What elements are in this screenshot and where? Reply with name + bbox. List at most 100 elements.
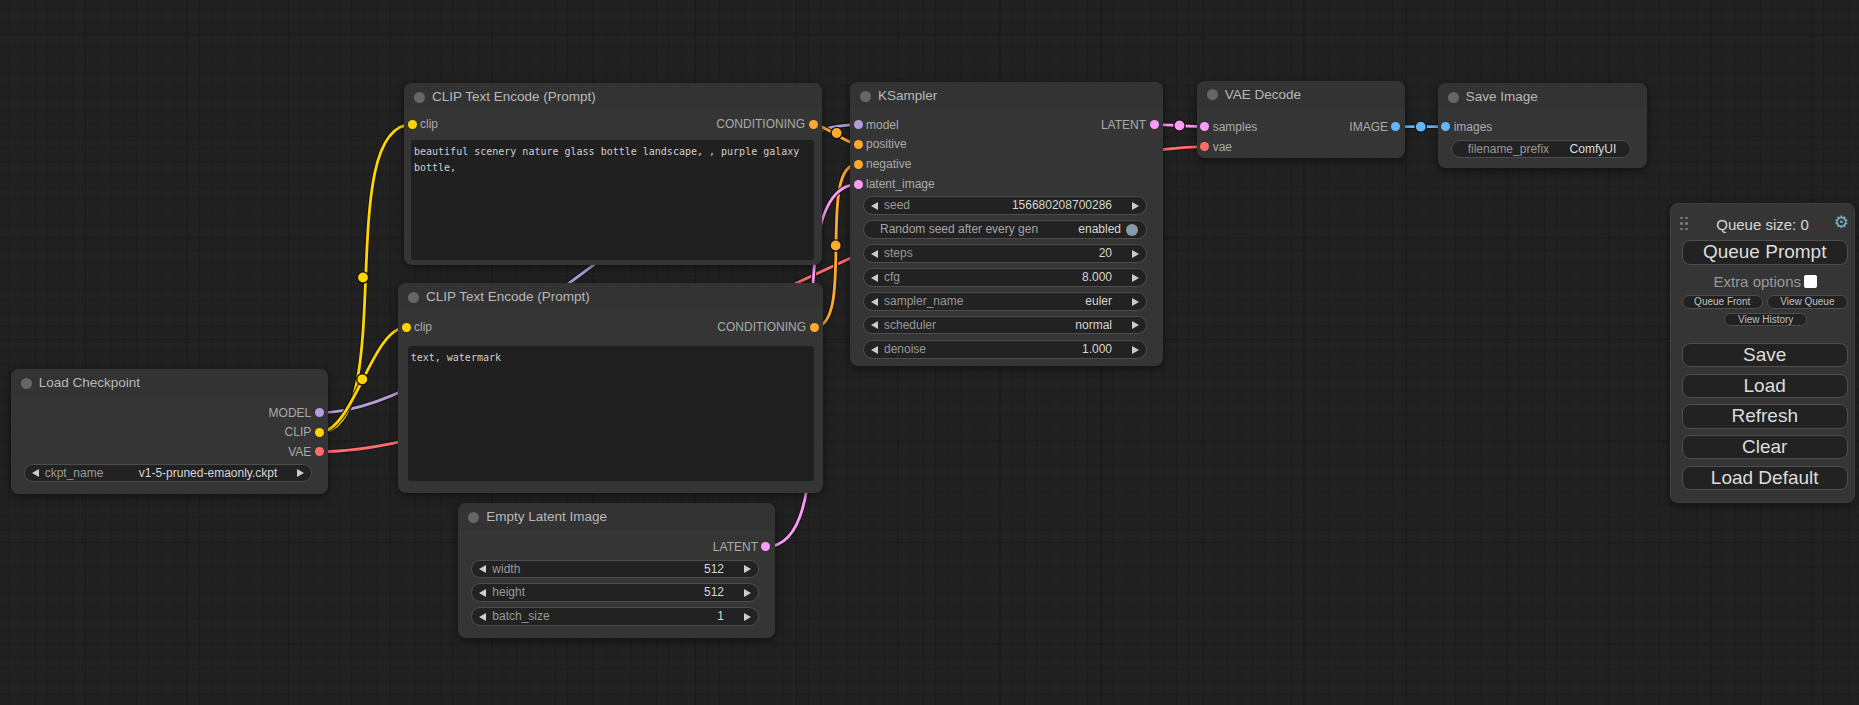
output-slot-IMAGE[interactable] [1391,122,1400,131]
widget-seed[interactable]: seed156680208700286 [863,196,1147,215]
prompt-textarea[interactable]: beautiful scenery nature glass bottle la… [411,140,814,260]
increment-arrow-icon[interactable] [297,469,304,477]
view-history-button[interactable]: View History [1724,313,1807,327]
increment-arrow-icon[interactable] [1132,321,1139,329]
save-button[interactable]: Save [1682,343,1848,367]
input-slot-clip[interactable] [408,120,417,129]
node-titlebar[interactable]: Save Image [1438,83,1648,110]
extra-options-checkbox[interactable] [1804,275,1817,288]
decrement-arrow-icon[interactable] [479,589,486,597]
collapse-dot-icon[interactable] [414,92,425,103]
node-titlebar[interactable]: Empty Latent Image [458,503,775,530]
clear-button[interactable]: Clear [1682,435,1848,459]
decrement-arrow-icon[interactable] [479,613,486,621]
decrement-arrow-icon[interactable] [871,298,878,306]
decrement-arrow-icon[interactable] [871,321,878,329]
input-slot-images[interactable] [1441,122,1450,131]
widget-filename-prefix[interactable]: filename_prefixComfyUI [1451,140,1632,159]
clip-link-positive-center-dot [357,272,368,283]
collapse-dot-icon[interactable] [408,292,419,303]
node-ksampler[interactable]: KSamplermodelpositivenegativelatent_imag… [850,82,1163,366]
view-queue-button[interactable]: View Queue [1767,295,1848,309]
node-titlebar[interactable]: KSampler [850,82,1163,109]
widget-cfg[interactable]: cfg8.000 [863,268,1147,287]
output-slot-MODEL[interactable] [315,408,324,417]
output-slot-LATENT[interactable] [761,542,770,551]
output-label: VAE [288,445,311,459]
node-title: Empty Latent Image [486,503,607,530]
increment-arrow-icon[interactable] [744,565,751,573]
input-slot-positive[interactable] [854,140,863,149]
widget-width[interactable]: width512 [471,560,759,579]
collapse-dot-icon[interactable] [21,378,32,389]
decrement-arrow-icon[interactable] [479,565,486,573]
load-button[interactable]: Load [1682,374,1848,398]
load-default-button[interactable]: Load Default [1682,466,1848,490]
queue-size-label: Queue size: 0 [1671,216,1854,233]
output-slot-CONDITIONING[interactable] [810,323,819,332]
node-titlebar[interactable]: Load Checkpoint [11,369,329,396]
output-slot-VAE[interactable] [315,447,324,456]
increment-arrow-icon[interactable] [744,613,751,621]
widget-ckpt-name[interactable]: ckpt_namev1-5-pruned-emaonly.ckpt [24,464,313,483]
node-clip-text-encode-positive[interactable]: CLIP Text Encode (Prompt) clip CONDITIONIN… [404,83,822,265]
node-titlebar[interactable]: VAE Decode [1197,81,1405,108]
widget-value: 1 [717,608,724,625]
queue-front-button[interactable]: Queue Front [1682,295,1763,309]
increment-arrow-icon[interactable] [1132,202,1139,210]
output-label: CONDITIONING [716,117,805,131]
collapse-dot-icon[interactable] [1207,89,1218,100]
increment-arrow-icon[interactable] [1132,274,1139,282]
widget-steps[interactable]: steps20 [863,244,1147,263]
queue-prompt-button[interactable]: Queue Prompt [1682,240,1848,264]
widget-denoise[interactable]: denoise1.000 [863,340,1147,359]
increment-arrow-icon[interactable] [1132,298,1139,306]
prompt-textarea[interactable]: text, watermark [408,346,814,481]
output-label: IMAGE [1349,120,1388,134]
widget-value: 20 [1099,245,1112,262]
decrement-arrow-icon[interactable] [32,469,39,477]
increment-arrow-icon[interactable] [1132,346,1139,354]
node-vae-decode[interactable]: VAE DecodesamplesvaeIMAGE [1197,81,1405,158]
widget-height[interactable]: height512 [471,583,759,602]
decrement-arrow-icon[interactable] [871,274,878,282]
input-slot-model[interactable] [854,120,863,129]
increment-arrow-icon[interactable] [1132,250,1139,258]
node-empty-latent-image[interactable]: Empty Latent ImageLATENTwidth512height51… [458,503,775,638]
widget-scheduler[interactable]: schedulernormal [863,316,1147,335]
output-slot-CONDITIONING[interactable] [809,120,818,129]
extra-options-label: Extra options [1713,273,1801,290]
input-slot-vae[interactable] [1200,142,1209,151]
toggle-on-icon[interactable] [1126,224,1138,236]
collapse-dot-icon[interactable] [860,91,871,102]
refresh-button[interactable]: Refresh [1682,404,1848,428]
widget-value: 1.000 [1082,341,1112,358]
input-slot-samples[interactable] [1200,122,1209,131]
input-slot-latent_image[interactable] [854,180,863,189]
extra-options-row: Extra options [1671,273,1801,289]
settings-gear-icon[interactable]: ⚙ [1834,212,1849,232]
comfyui-canvas[interactable]: { "nodes": [ { "name": "load-checkpoint"… [0,0,1859,705]
input-label: clip [420,117,438,131]
input-slot-negative[interactable] [854,160,863,169]
increment-arrow-icon[interactable] [744,589,751,597]
output-slot-LATENT[interactable] [1150,120,1159,129]
collapse-dot-icon[interactable] [468,512,479,523]
decrement-arrow-icon[interactable] [871,202,878,210]
node-titlebar[interactable]: CLIP Text Encode (Prompt) [404,83,822,110]
node-clip-text-encode-negative[interactable]: CLIP Text Encode (Prompt)clipCONDITIONIN… [398,283,823,492]
widget-sampler-name[interactable]: sampler_nameeuler [863,292,1147,311]
node-save-image[interactable]: Save Image images filename_prefixComfyUI [1438,83,1648,168]
collapse-dot-icon[interactable] [1448,92,1459,103]
decrement-arrow-icon[interactable] [871,250,878,258]
widget-batch-size[interactable]: batch_size1 [471,607,759,626]
input-slot-clip[interactable] [402,323,411,332]
input-label: vae [1213,140,1232,154]
output-label: MODEL [269,406,312,420]
widget-random-seed-after-every-gen[interactable]: Random seed after every genenabled [863,220,1147,239]
output-slot-CLIP[interactable] [315,428,324,437]
decrement-arrow-icon[interactable] [871,346,878,354]
input-label: images [1454,120,1493,134]
node-titlebar[interactable]: CLIP Text Encode (Prompt) [398,283,823,310]
node-load-checkpoint[interactable]: Load CheckpointMODELCLIPVAEckpt_namev1-5… [11,369,329,494]
